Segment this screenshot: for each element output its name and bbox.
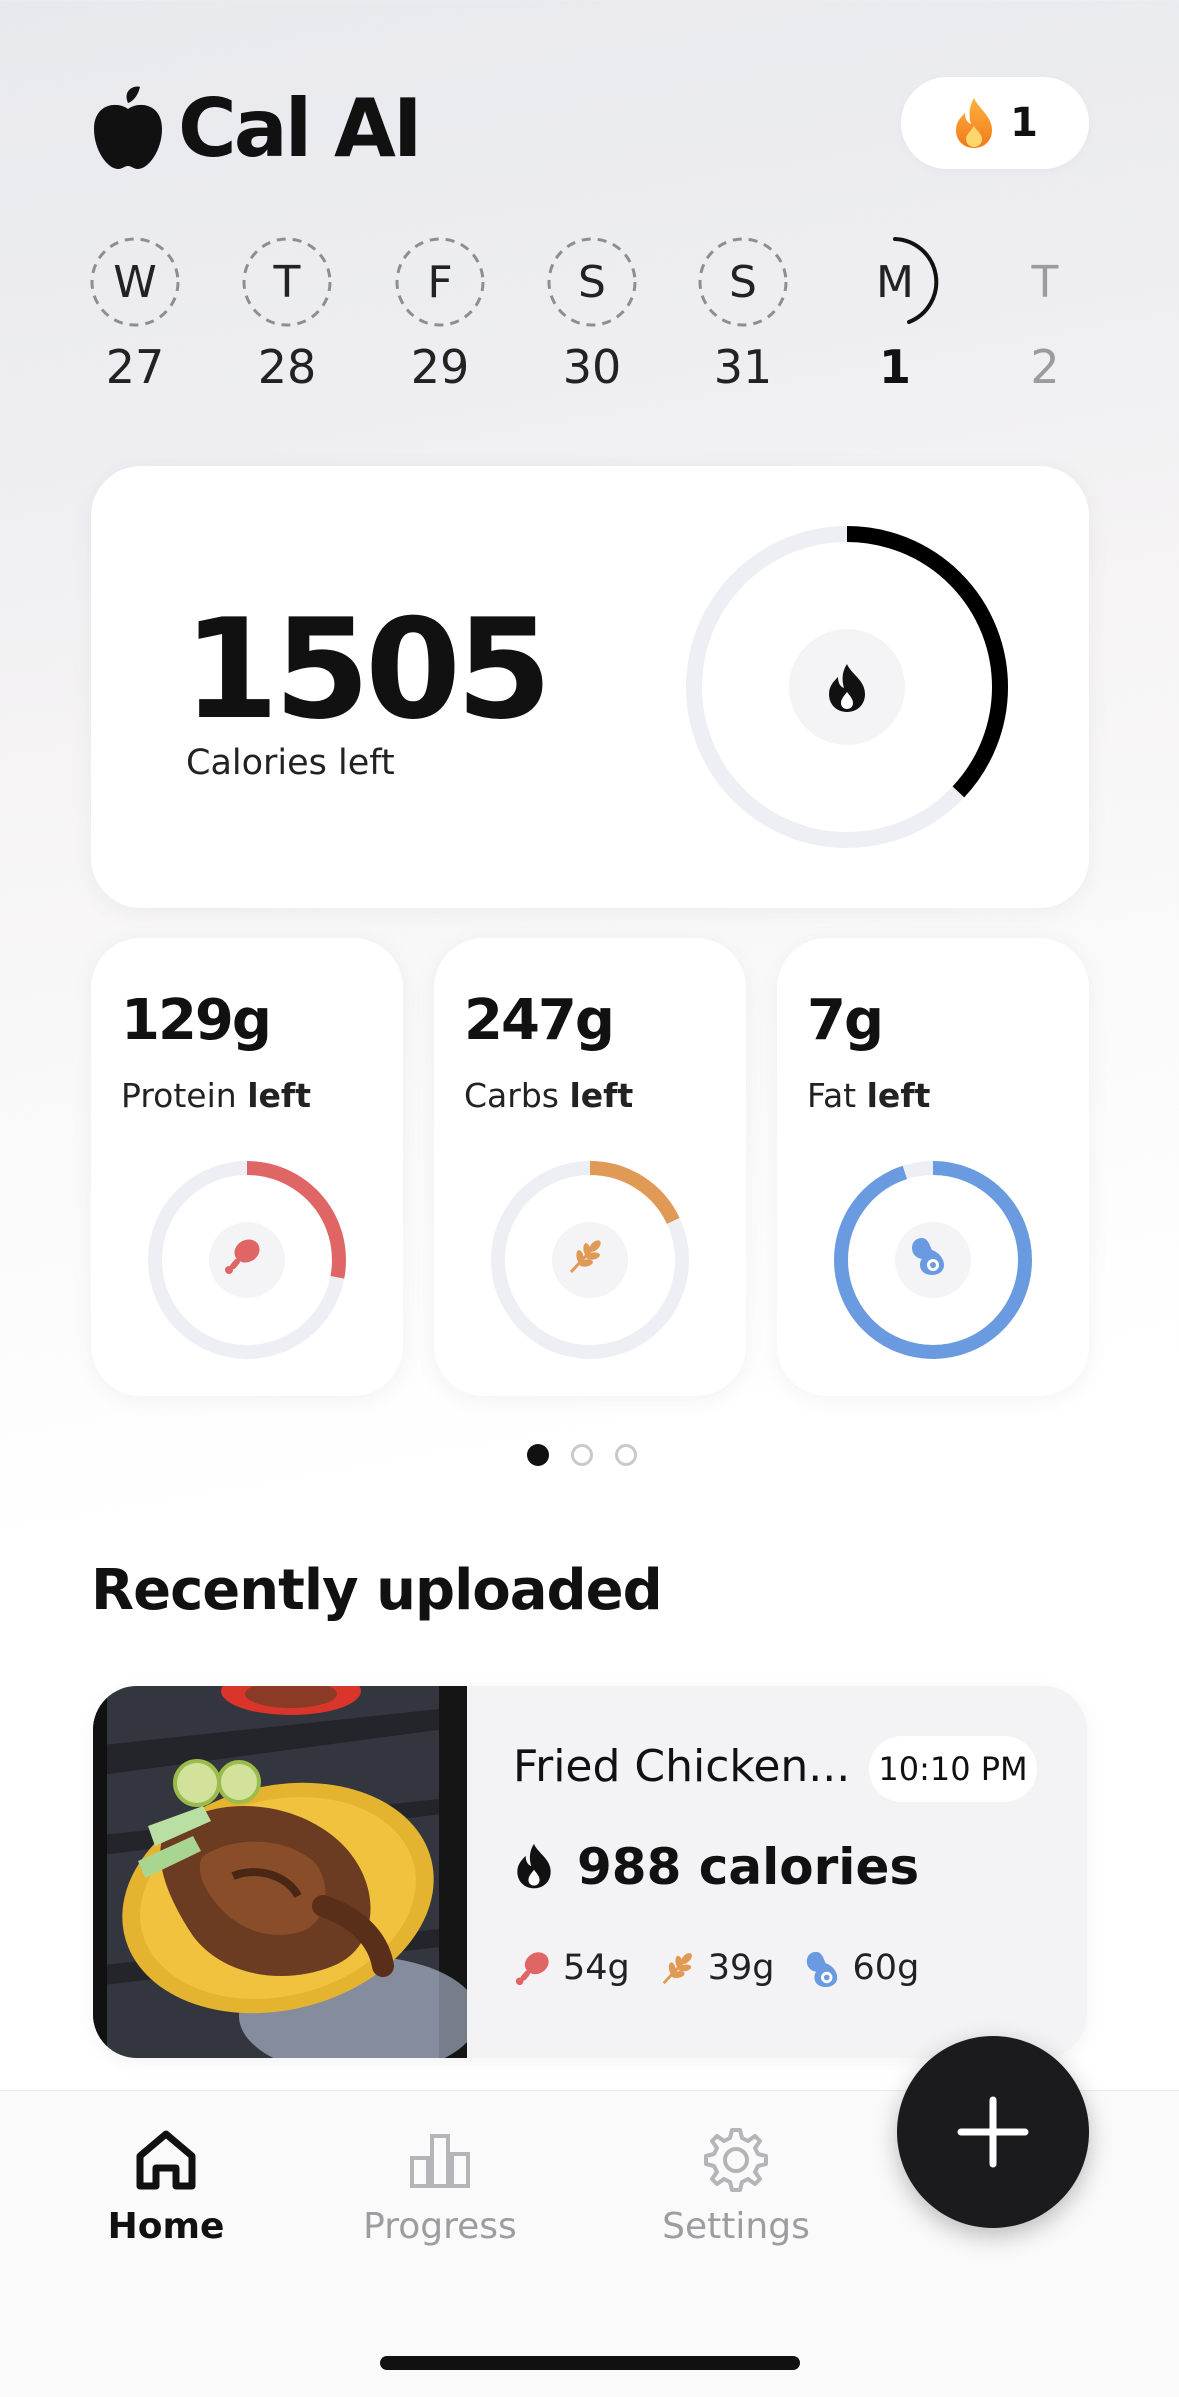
day-4[interactable]: S 31: [688, 236, 798, 394]
food-photo: [93, 1686, 467, 2058]
day-letter: S: [578, 256, 606, 308]
day-circle: S: [697, 236, 789, 328]
tab-progress[interactable]: Progress: [320, 2124, 560, 2247]
flame-icon: [517, 1843, 551, 1889]
macro-name: Protein: [121, 1076, 237, 1115]
avocado-icon: [806, 1951, 837, 1987]
page-dot[interactable]: [571, 1444, 593, 1466]
day-6[interactable]: T2: [990, 236, 1100, 395]
macro-label: Protein left: [121, 1076, 311, 1115]
home-indicator: [380, 2356, 800, 2370]
food-carbs: 39g: [658, 1948, 775, 1988]
day-1[interactable]: T 28: [232, 236, 342, 394]
wheat-icon: [662, 1953, 692, 1985]
day-circle: M: [849, 236, 941, 328]
day-circle: W: [89, 236, 181, 328]
macro-name: Fat: [807, 1076, 857, 1115]
day-letter: M: [876, 256, 914, 308]
calories-progress-ring: [686, 526, 1008, 848]
macro-suffix: left: [247, 1076, 312, 1115]
page-dot[interactable]: [527, 1444, 549, 1466]
day-letter: S: [729, 256, 757, 308]
recent-title: Recently uploaded: [91, 1558, 663, 1623]
macro-value: 7g: [807, 988, 884, 1053]
macro-name: Carbs: [464, 1076, 559, 1115]
day-letter: T: [273, 256, 301, 308]
day-number: 28: [257, 340, 317, 394]
food-log-card[interactable]: Fried Chicken... 10:10 PM 988 calories 5…: [93, 1686, 1087, 2058]
macro-suffix: left: [866, 1076, 931, 1115]
calories-card[interactable]: 1505 Calories left: [91, 466, 1089, 908]
tab-home-label: Home: [107, 2206, 225, 2247]
macro-progress-ring: [831, 1158, 1035, 1366]
plus-icon: [957, 2096, 1029, 2168]
day-letter: F: [427, 256, 453, 308]
day-3[interactable]: S 30: [537, 236, 647, 394]
macro-card-carbs[interactable]: 247g Carbs left: [434, 938, 746, 1396]
food-carbs-value: 39g: [707, 1948, 775, 1988]
macro-card-protein[interactable]: 129g Protein left: [91, 938, 403, 1396]
food-name: Fried Chicken...: [513, 1741, 851, 1792]
food-fat: 60g: [803, 1948, 920, 1988]
macro-label: Fat left: [807, 1076, 930, 1115]
food-protein-value: 54g: [563, 1948, 630, 1988]
drumstick-icon: [515, 1952, 549, 1986]
page-dot[interactable]: [615, 1444, 637, 1466]
macro-progress-ring: [488, 1158, 692, 1366]
tab-settings[interactable]: Settings: [616, 2124, 856, 2247]
bar-chart-icon: [410, 2134, 470, 2188]
page-indicator[interactable]: [527, 1444, 637, 1466]
tab-progress-label: Progress: [363, 2206, 517, 2247]
flame-icon: [956, 98, 993, 148]
macro-value: 247g: [464, 988, 615, 1053]
streak-count: 1: [1010, 100, 1038, 146]
macro-label: Carbs left: [464, 1076, 633, 1115]
day-circle: S: [546, 236, 638, 328]
macro-card-fat[interactable]: 7g Fat left: [777, 938, 1089, 1396]
day-letter: W: [113, 256, 157, 308]
day-circle: F: [394, 236, 486, 328]
food-protein: 54g: [513, 1948, 630, 1988]
day-circle: T: [241, 236, 333, 328]
macro-value: 129g: [121, 988, 272, 1053]
day-number: 27: [105, 340, 165, 394]
day-2[interactable]: F 29: [385, 236, 495, 394]
day-number: 2: [1030, 340, 1060, 394]
day-number: 1: [878, 340, 911, 394]
home-icon: [136, 2130, 196, 2190]
food-calories: 988 calories: [513, 1838, 919, 1896]
day-number: 30: [562, 340, 622, 394]
gear-icon: [704, 2128, 768, 2192]
apple-icon: [94, 86, 162, 169]
app-title: Cal AI: [178, 81, 423, 175]
day-number: 29: [410, 340, 470, 394]
food-macros: 54g 39g 60g: [513, 1948, 947, 1988]
food-time: 10:10 PM: [869, 1736, 1037, 1802]
food-calories-value: 988 calories: [577, 1838, 920, 1896]
add-button[interactable]: [897, 2036, 1089, 2228]
tab-settings-label: Settings: [662, 2206, 810, 2247]
calories-left-label: Calories left: [186, 743, 395, 783]
calories-left-value: 1505: [183, 589, 552, 750]
macro-suffix: left: [569, 1076, 634, 1115]
day-letter: T: [1031, 256, 1059, 308]
day-5[interactable]: M1: [840, 236, 950, 394]
app-logo: Cal AI: [92, 78, 423, 178]
tab-home[interactable]: Home: [46, 2124, 286, 2247]
streak-badge[interactable]: 1: [901, 77, 1089, 169]
macro-progress-ring: [145, 1158, 349, 1366]
day-number: 31: [713, 340, 773, 394]
food-fat-value: 60g: [852, 1948, 920, 1988]
day-0[interactable]: W 27: [80, 236, 190, 394]
day-circle: T: [999, 236, 1091, 328]
